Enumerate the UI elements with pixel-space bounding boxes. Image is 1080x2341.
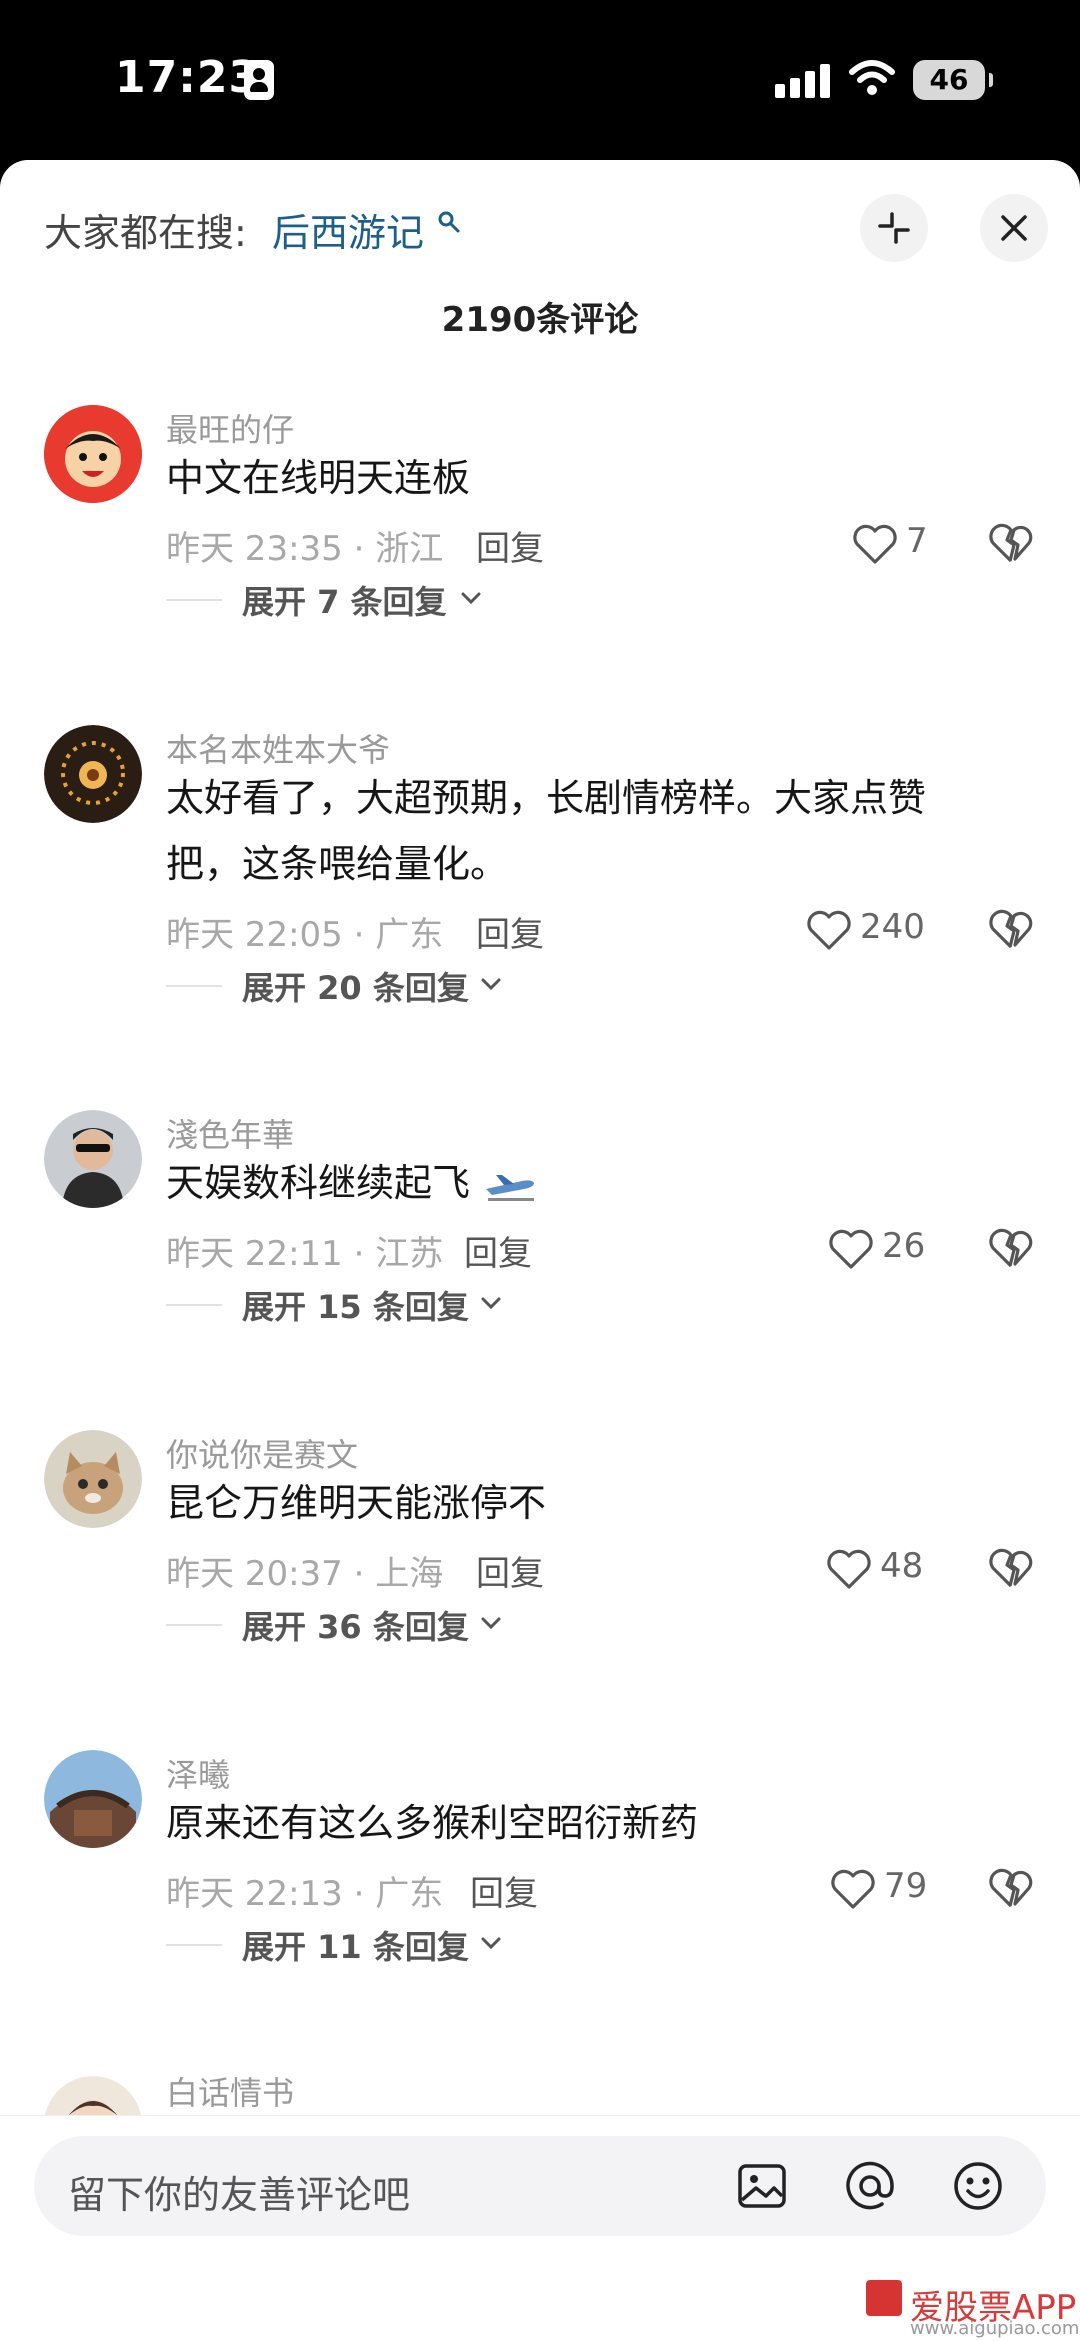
wifi-icon	[849, 60, 895, 95]
heart-icon[interactable]	[830, 1868, 876, 1910]
reply-button[interactable]: 回复	[476, 521, 544, 570]
trending-search-link[interactable]: 后西游记	[272, 202, 424, 257]
cellular-signal-icon	[775, 62, 831, 98]
chevron-down-icon	[481, 1937, 501, 1950]
avatar-image	[44, 1750, 142, 1848]
avatar-image	[44, 1430, 142, 1528]
chevron-down-icon	[481, 978, 501, 991]
broken-heart-icon[interactable]	[988, 907, 1034, 951]
comment-item: 你说你是赛文 昆仑万维明天能涨停不 昨天 20:37 · 上海 回复 48 展开…	[0, 1430, 1080, 1646]
broken-heart-icon[interactable]	[988, 521, 1034, 565]
comment-meta: 昨天 22:11 · 江苏	[166, 1234, 444, 1274]
avatar[interactable]	[44, 405, 142, 503]
broken-heart-icon[interactable]	[988, 1226, 1034, 1270]
comment-input[interactable]: 留下你的友善评论吧	[34, 2136, 1046, 2236]
avatar[interactable]	[44, 1110, 142, 1208]
comment-item: 本名本姓本大爷 太好看了，大超预期，长剧情榜样。大家点赞把，这条喂给量化。 昨天…	[0, 725, 1080, 1007]
reply-button[interactable]: 回复	[470, 1866, 538, 1915]
broken-heart-icon[interactable]	[988, 1546, 1034, 1590]
comment-meta: 昨天 22:13 · 广东	[166, 1874, 444, 1914]
expand-replies-button[interactable]: 展开 15 条回复	[166, 1282, 526, 1328]
avatar-image	[44, 725, 142, 823]
expand-replies-label: 展开 11 条回复	[242, 1928, 469, 1966]
divider	[166, 1304, 222, 1306]
divider	[166, 985, 222, 987]
heart-icon[interactable]	[852, 523, 898, 565]
image-icon[interactable]	[734, 2158, 790, 2214]
comment-username[interactable]: 白话情书	[166, 2068, 294, 2114]
airplane-emoji-icon	[486, 1174, 535, 1201]
like-count: 79	[884, 1866, 928, 1906]
comment-count: 2190条评论	[441, 300, 639, 340]
heart-icon[interactable]	[826, 1548, 872, 1590]
expand-replies-label: 展开 7 条回复	[242, 583, 447, 621]
avatar[interactable]	[44, 1750, 142, 1848]
watermark-url: www.aigupiao.com	[910, 2318, 1080, 2339]
comment-text: 中文在线明天连板	[166, 456, 471, 500]
battery-indicator: 46	[913, 60, 993, 100]
expand-replies-label: 展开 20 条回复	[242, 969, 469, 1007]
close-button[interactable]	[980, 194, 1048, 262]
sheet-header: 大家都在搜: 后西游记	[0, 160, 1080, 300]
like-count: 240	[860, 907, 925, 947]
comment-text: 昆仑万维明天能涨停不	[166, 1481, 547, 1525]
like-count: 7	[906, 521, 928, 561]
like-count: 26	[882, 1226, 926, 1266]
expand-replies-button[interactable]: 展开 36 条回复	[166, 1602, 526, 1648]
comment-input-placeholder: 留下你的友善评论吧	[68, 2173, 411, 2217]
search-icon[interactable]	[437, 210, 461, 234]
reply-button[interactable]: 回复	[464, 1226, 532, 1275]
comment-meta: 昨天 22:05 · 广东	[166, 915, 444, 955]
close-icon	[1001, 215, 1027, 241]
divider	[166, 1944, 222, 1946]
expand-replies-label: 展开 15 条回复	[242, 1288, 469, 1326]
collapse-icon	[878, 212, 910, 244]
status-bar: 17:23 46	[0, 0, 1080, 160]
trending-label: 大家都在搜:	[44, 211, 247, 255]
comment-meta: 昨天 23:35 · 浙江	[166, 529, 444, 569]
reply-button[interactable]: 回复	[476, 1546, 544, 1595]
comment-text: 天娱数科继续起飞	[166, 1150, 538, 1216]
divider	[166, 599, 222, 601]
chevron-down-icon	[461, 592, 481, 605]
avatar[interactable]	[44, 1430, 142, 1528]
comment-item: 泽曦 原来还有这么多猴利空昭衍新药 昨天 22:13 · 广东 回复 79 展开…	[0, 1750, 1080, 1966]
focus-person-icon	[244, 60, 274, 100]
expand-replies-button[interactable]: 展开 20 条回复	[166, 963, 526, 1009]
avatar-image	[44, 405, 142, 503]
comment-text-content: 天娱数科继续起飞	[166, 1161, 471, 1205]
comment-meta: 昨天 20:37 · 上海	[166, 1554, 444, 1594]
heart-icon[interactable]	[806, 909, 852, 951]
avatar-image	[44, 1110, 142, 1208]
chevron-down-icon	[481, 1297, 501, 1310]
comment-item: 最旺的仔 中文在线明天连板 昨天 23:35 · 浙江 回复 7 展开 7 条回…	[0, 405, 1080, 621]
comment-item: 淺色年華 天娱数科继续起飞 昨天 22:11 · 江苏 回复 26 展开 15 …	[0, 1110, 1080, 1326]
expand-replies-label: 展开 36 条回复	[242, 1608, 469, 1646]
mention-icon[interactable]	[842, 2158, 898, 2214]
comment-text: 太好看了，大超预期，长剧情榜样。大家点赞把，这条喂给量化。	[166, 776, 927, 886]
broken-heart-icon[interactable]	[988, 1866, 1034, 1910]
expand-replies-button[interactable]: 展开 7 条回复	[166, 577, 506, 623]
avatar[interactable]	[44, 725, 142, 823]
reply-button[interactable]: 回复	[476, 907, 544, 956]
chevron-down-icon	[481, 1617, 501, 1630]
watermark-logo-icon	[866, 2280, 902, 2316]
divider	[166, 1624, 222, 1626]
expand-replies-button[interactable]: 展开 11 条回复	[166, 1922, 526, 1968]
collapse-button[interactable]	[860, 194, 928, 262]
like-count: 48	[880, 1546, 924, 1586]
comment-text: 原来还有这么多猴利空昭衍新药	[166, 1801, 699, 1845]
heart-icon[interactable]	[828, 1228, 874, 1270]
emoji-icon[interactable]	[950, 2158, 1006, 2214]
status-time: 17:23	[115, 52, 261, 103]
comments-sheet: 大家都在搜: 后西游记 2190条评论 最旺的仔 中文在线明天连板 昨天 23:…	[0, 160, 1080, 2341]
